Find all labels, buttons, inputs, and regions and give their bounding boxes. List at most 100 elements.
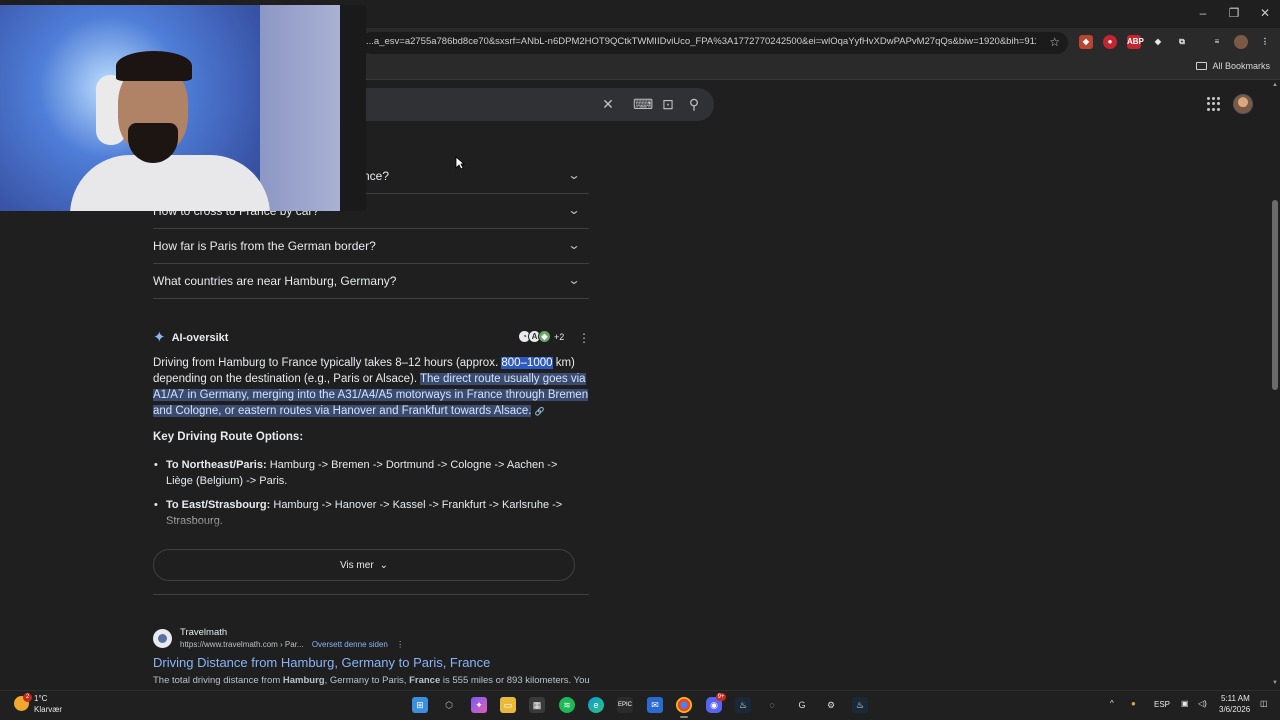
more-options-icon[interactable]: ⋮ (396, 640, 404, 649)
active-app-indicator (680, 716, 688, 718)
faq-item[interactable]: How far is Paris from the German border?… (153, 229, 589, 264)
performance-icon[interactable]: ◌ (764, 697, 780, 713)
tray-overflow-icon[interactable]: ^ (1110, 699, 1114, 708)
file-explorer-icon[interactable]: ▭ (500, 697, 516, 713)
faq-question: nce? (363, 169, 390, 183)
snippet-text: The total driving distance from (153, 675, 283, 686)
extension-shield-icon[interactable]: ● (1103, 35, 1117, 49)
summary-highlight: 800–1000 (501, 357, 553, 369)
list-item: To Northeast/Paris: Hamburg -> Bremen ->… (154, 457, 576, 489)
more-options-icon[interactable]: ⋮ (578, 331, 590, 345)
summary-text: . (528, 405, 532, 417)
webcam-overlay (0, 5, 366, 211)
route-label: To Northeast/Paris: (166, 459, 267, 471)
weather-temperature[interactable]: 1°C (34, 694, 47, 703)
volume-icon[interactable]: ◁) (1198, 699, 1207, 708)
bookmark-star-icon[interactable]: ☆ (1049, 35, 1060, 49)
chevron-down-icon: ⌄ (379, 559, 389, 571)
faq-question: How far is Paris from the German border? (153, 239, 376, 253)
ai-subheading: Key Driving Route Options: (153, 431, 304, 443)
ai-overview-title: AI-oversikt (171, 332, 229, 344)
page-scrollbar[interactable] (1270, 80, 1280, 690)
settings-gear-icon[interactable]: ⚙ (823, 697, 839, 713)
show-more-label: Vis mer (339, 559, 374, 571)
snippet-text: is 555 miles or 893 kilometers. Your (440, 675, 589, 686)
translate-link[interactable]: Oversett denne siden (312, 640, 388, 649)
all-bookmarks-button[interactable]: All Bookmarks (1196, 61, 1270, 71)
folder-icon (1196, 62, 1208, 70)
result-snippet: The total driving distance from Hamburg,… (153, 675, 589, 686)
clock-date[interactable]: 3/6/2026 (1219, 705, 1250, 714)
adblock-icon[interactable]: ABP (1127, 35, 1144, 49)
keyboard-icon[interactable]: ⌨ (633, 96, 653, 112)
windows-start-icon[interactable]: ⊞ (412, 697, 428, 713)
reading-list-icon[interactable]: ≡ (1210, 35, 1224, 49)
snippet-text: , Germany to Paris, (324, 675, 410, 686)
source-avatar-icon: ◆ (538, 330, 551, 343)
weather-condition[interactable]: Klarvær (34, 705, 62, 714)
profile-avatar-icon[interactable] (1234, 35, 1248, 49)
result-url[interactable]: https://www.travelmath.com › Par... Over… (180, 640, 404, 649)
account-avatar[interactable] (1233, 94, 1253, 114)
result-title-link[interactable]: Driving Distance from Hamburg, Germany t… (153, 655, 490, 670)
microphone-icon[interactable]: ● (1131, 699, 1136, 708)
lens-icon[interactable]: ⊡ (660, 96, 676, 112)
browser-menu-icon[interactable]: ⋮ (1258, 35, 1272, 49)
microsoft-store-icon[interactable]: ▦ (529, 697, 545, 713)
steam-window-icon[interactable]: ♨ (852, 697, 868, 713)
show-more-button[interactable]: Vis mer ⌄ (153, 549, 575, 581)
scroll-down-icon[interactable]: ▼ (1271, 680, 1279, 688)
extensions-puzzle-icon[interactable]: ⧉ (1175, 35, 1189, 49)
faq-item[interactable]: What countries are near Hamburg, Germany… (153, 264, 589, 299)
chevron-down-icon: ⌄ (567, 168, 581, 182)
discord-badge: 9+ (716, 693, 726, 701)
mouse-cursor-icon (455, 156, 465, 170)
sources-more-count: +2 (554, 331, 565, 342)
faq-question: What countries are near Hamburg, Germany… (153, 274, 397, 288)
all-bookmarks-label: All Bookmarks (1212, 61, 1270, 71)
fade-overlay (153, 510, 589, 550)
weather-notification-badge: 2 (23, 693, 32, 702)
language-indicator[interactable]: ESP (1154, 700, 1170, 709)
scroll-up-icon[interactable]: ▲ (1271, 82, 1279, 90)
notifications-icon[interactable]: ◫ (1260, 699, 1268, 708)
link-icon[interactable]: 🔗 (535, 404, 545, 416)
minimize-button[interactable]: – (1188, 4, 1218, 22)
mail-icon[interactable]: ✉ (647, 697, 663, 713)
extension-fox-icon[interactable]: ◆ (1079, 35, 1093, 49)
clock-time[interactable]: 5:11 AM (1221, 694, 1250, 703)
search-input[interactable]: ✕ ⌨ ⊡ ⚲ (340, 88, 714, 121)
address-bar[interactable]: ...a_esv=a2755a786bd8ce70&sxsrf=ANbL-n6D… (360, 32, 1068, 54)
site-favicon (153, 629, 172, 648)
scrollbar-thumb[interactable] (1272, 200, 1278, 390)
url-text: ...a_esv=a2755a786bd8ce70&sxsrf=ANbL-n6D… (366, 36, 1036, 47)
result-url-text: https://www.travelmath.com › Par... (180, 640, 304, 649)
ai-sources[interactable]: ◔ A ◆ +2 (518, 330, 565, 343)
clear-search-icon[interactable]: ✕ (600, 96, 616, 112)
epic-games-icon[interactable]: EPIC (617, 697, 633, 713)
ai-overview-summary: Driving from Hamburg to France typically… (153, 355, 589, 419)
close-window-button[interactable]: ✕ (1250, 4, 1280, 22)
chevron-down-icon: ⌄ (567, 203, 581, 217)
steam-icon[interactable]: ♨ (735, 697, 751, 713)
ai-overview-header: ✦ AI-oversikt (153, 329, 228, 347)
result-site-name[interactable]: Travelmath (180, 627, 227, 638)
chrome-icon[interactable] (676, 697, 692, 713)
chevron-down-icon: ⌄ (567, 273, 581, 287)
edge-icon[interactable]: e (588, 697, 604, 713)
network-icon[interactable]: ▣ (1181, 699, 1189, 708)
search-icon[interactable]: ⚲ (686, 96, 702, 112)
chevron-down-icon: ⌄ (567, 238, 581, 252)
spotify-icon[interactable]: ≋ (559, 697, 575, 713)
g-hub-icon[interactable]: G (794, 697, 810, 713)
taskbar (0, 690, 1280, 720)
snippet-bold: Hamburg (282, 675, 325, 686)
task-view-icon[interactable]: ⬡ (441, 697, 457, 713)
copilot-icon[interactable]: ✦ (471, 697, 487, 713)
sparkle-icon: ✦ (153, 329, 166, 346)
restore-button[interactable]: ❐ (1219, 4, 1249, 22)
divider (153, 594, 589, 595)
google-apps-icon[interactable] (1207, 97, 1221, 111)
extension-diamond-icon[interactable]: ◆ (1151, 35, 1165, 49)
snippet-bold: France (409, 675, 441, 686)
